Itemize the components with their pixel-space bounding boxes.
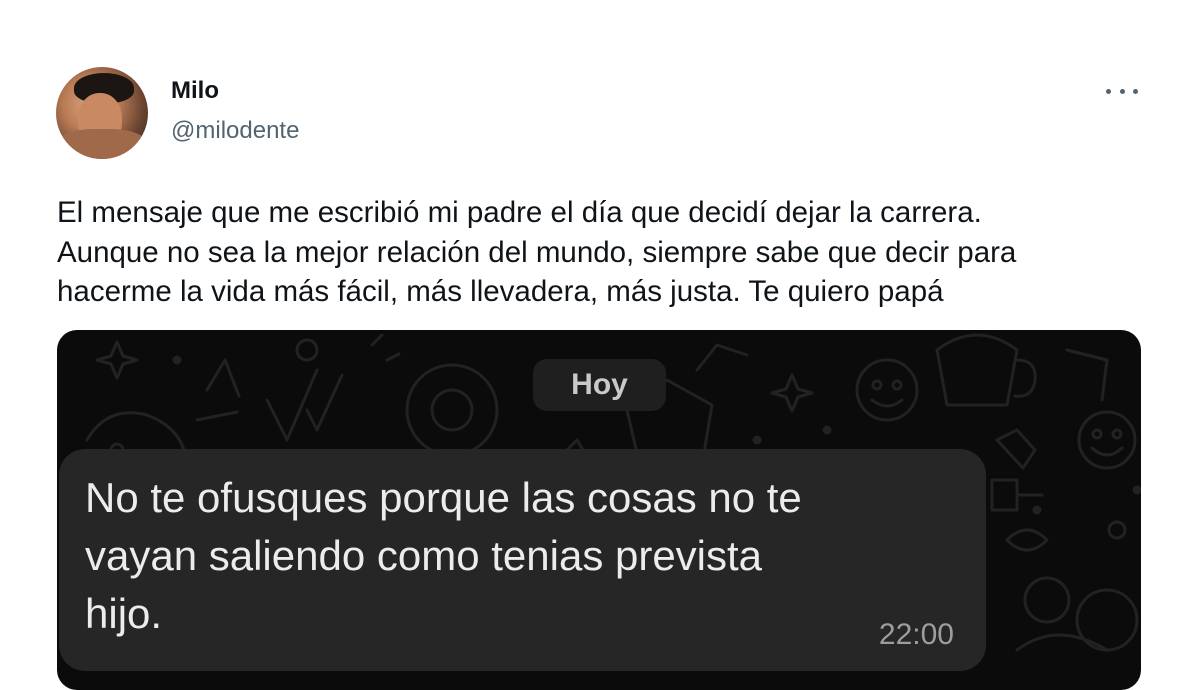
more-options-icon[interactable] — [1104, 76, 1140, 106]
date-separator: Hoy — [533, 359, 666, 411]
dot — [1133, 88, 1138, 94]
dot — [1106, 88, 1111, 94]
author-handle[interactable]: @milodente — [171, 117, 299, 145]
avatar[interactable] — [56, 67, 148, 159]
author-name[interactable]: Milo — [171, 77, 219, 105]
avatar-shoulder — [56, 129, 148, 159]
tweet-media-image[interactable]: Hoy No te ofusques porque las cosas no t… — [57, 330, 1141, 690]
tweet-text: El mensaje que me escribió mi padre el d… — [57, 196, 1017, 308]
chat-message-bubble: No te ofusques porque las cosas no te va… — [59, 449, 986, 671]
chat-message-time: 22:00 — [878, 618, 954, 651]
dot — [1119, 88, 1125, 94]
chat-message-text: No te ofusques porque las cosas no te va… — [85, 474, 802, 637]
